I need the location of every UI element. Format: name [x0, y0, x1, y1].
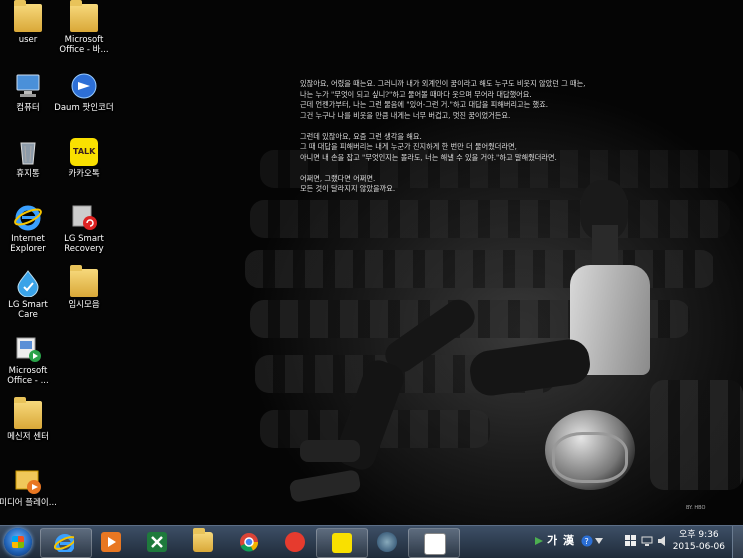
taskbar-kakaotalk[interactable]: [316, 528, 368, 558]
seat-row: [250, 200, 730, 238]
taskbar-alarm-app[interactable]: [270, 528, 320, 556]
desktop-icon-recycle-bin[interactable]: 휴지통: [0, 138, 58, 179]
quote-line: 그건 누구나 나를 비웃을 만큼 내게는 너무 버겁고, 멋진 꿈이었거든요.: [300, 110, 511, 120]
office-folder-icon: [70, 0, 98, 32]
desktop-icon-lg-smart-care[interactable]: LG Smart Care: [0, 269, 58, 320]
volume-icon[interactable]: [657, 535, 669, 547]
clock-time: 오후 9:36: [679, 530, 719, 540]
daum-encoder-icon: [70, 72, 98, 100]
quote-line: 아니면 내 손을 잡고 "무엇인지는 몰라도, 너는 해낼 수 있을 거야."하…: [300, 152, 557, 162]
quote-line: 그 때 대답을 피해버리는 내게 누군가 진지하게 한 번만 더 물어줬더라면,: [300, 142, 517, 151]
media-player-icon: [14, 467, 42, 495]
network-icon[interactable]: [641, 535, 653, 547]
kakao-talk-glyph: TALK: [73, 147, 96, 156]
desktop-icon-computer[interactable]: 컴퓨터: [0, 72, 58, 113]
icon-label: 컴퓨터: [16, 103, 40, 113]
taskbar-internet-explorer[interactable]: [40, 528, 92, 558]
clock-date: 2015-06-06: [672, 542, 725, 552]
lg-smart-care-icon: [14, 269, 42, 298]
taskbar-excel[interactable]: [132, 528, 182, 556]
start-button[interactable]: [4, 528, 32, 556]
computer-icon: [14, 72, 42, 100]
icon-label: user: [18, 35, 38, 45]
system-tray: 가 漢 ? 오후 9:36 2015-06-06: [533, 526, 743, 558]
desktop-icon-daum-encoder[interactable]: Daum 팟인코더: [54, 72, 114, 113]
icon-label: Internet Explorer: [10, 234, 46, 254]
taskbar-viewer[interactable]: [408, 528, 460, 558]
quote-line: 그런데 있잖아요, 요즘 그런 생각을 해요.: [300, 131, 422, 141]
photo-credit: BY. HBO: [686, 505, 706, 511]
quote-line: 어쩌면, 그랬다면 어쩌면.: [300, 173, 376, 183]
desktop-icon-temp-folder[interactable]: 임시모음: [54, 265, 114, 310]
icon-label: 임시모음: [68, 300, 100, 310]
folder-icon: [193, 528, 213, 552]
taskbar: 가 漢 ? 오후 9:36 2015-06-06: [0, 525, 743, 558]
desktop-icon-ms-office-2[interactable]: Microsoft Office - ...: [0, 335, 58, 386]
internet-explorer-icon: [54, 534, 74, 552]
quote-text: 있잖아요, 어렸을 때는요. 그러니까 내가 외계인이 꿈이라고 해도 누구도 …: [300, 79, 660, 195]
icon-label: Daum 팟인코더: [54, 103, 114, 113]
chrome-icon: [240, 533, 259, 552]
taskbar-tool[interactable]: [362, 528, 412, 556]
quote-line: 모든 것이 달라지지 않았을까요.: [300, 184, 396, 193]
icon-label: LG Smart Recovery: [64, 234, 104, 254]
desktop-icon-internet-explorer[interactable]: Internet Explorer: [0, 203, 58, 254]
icon-label: 휴지통: [16, 169, 40, 179]
desktop-background: 있잖아요, 어렸을 때는요. 그러니까 내가 외계인이 꿈이라고 해도 누구도 …: [0, 0, 743, 525]
internet-explorer-icon: [14, 203, 42, 231]
quote-line: 있잖아요, 어렸을 때는요. 그러니까 내가 외계인이 꿈이라고 해도 누구도 …: [300, 79, 586, 88]
desktop-icon-media-player[interactable]: 미디어 플레이...: [0, 467, 58, 508]
svg-text:?: ?: [585, 537, 589, 546]
icon-label: 메신저 센터: [7, 432, 49, 442]
icon-label: 카카오톡: [68, 169, 100, 179]
messenger-folder-icon: [14, 397, 42, 429]
lg-smart-recovery-icon: [70, 203, 98, 231]
help-icon[interactable]: ?: [581, 535, 593, 547]
quote-line: 근데 언젠가부터, 나는 그런 물음에 "있어-그런 거."하고 대답을 피해버…: [300, 100, 549, 109]
alarm-icon: [285, 532, 305, 552]
taskbar-file-explorer[interactable]: [178, 528, 228, 556]
taskbar-chrome[interactable]: [224, 528, 274, 556]
icon-label: Microsoft Office - ...: [7, 366, 49, 386]
seat-row: [650, 380, 743, 490]
desktop-icon-messenger-center[interactable]: 메신저 센터: [0, 397, 58, 442]
document-icon: [424, 533, 446, 555]
desktop-icon-user[interactable]: user: [0, 0, 58, 45]
quote-line: 나는 누가 "무엇이 되고 싶니?"하고 물어볼 때마다 웃으며 무어라 대답했…: [300, 89, 532, 99]
folder-icon: [70, 265, 98, 297]
folder-icon: [14, 0, 42, 32]
show-desktop-button[interactable]: [732, 526, 743, 558]
media-player-icon: [101, 532, 121, 552]
recycle-bin-icon: [14, 138, 42, 166]
desktop-icon-ms-office[interactable]: Microsoft Office - 바...: [54, 0, 114, 55]
excel-icon: [147, 532, 167, 552]
chevron-down-icon[interactable]: [595, 538, 607, 550]
kakaotalk-icon: [332, 533, 352, 553]
tool-icon: [377, 532, 397, 552]
ime-hangul-toggle[interactable]: 가: [547, 532, 557, 548]
windows-flag-icon[interactable]: [625, 535, 637, 547]
office-setup-icon: [14, 335, 42, 363]
desktop-icon-kakaotalk[interactable]: TALK 카카오톡: [54, 138, 114, 179]
desktop-icon-lg-smart-recovery[interactable]: LG Smart Recovery: [54, 203, 114, 254]
icon-label: 미디어 플레이...: [0, 498, 57, 508]
clock[interactable]: 오후 9:36 2015-06-06: [673, 529, 725, 553]
taskbar-media-player[interactable]: [86, 528, 136, 556]
ime-status-icon[interactable]: [533, 535, 545, 547]
icon-label: LG Smart Care: [8, 300, 48, 320]
kakaotalk-icon: TALK: [70, 138, 98, 166]
ime-hanja-toggle[interactable]: 漢: [563, 532, 574, 548]
icon-label: Microsoft Office - 바...: [59, 35, 109, 55]
